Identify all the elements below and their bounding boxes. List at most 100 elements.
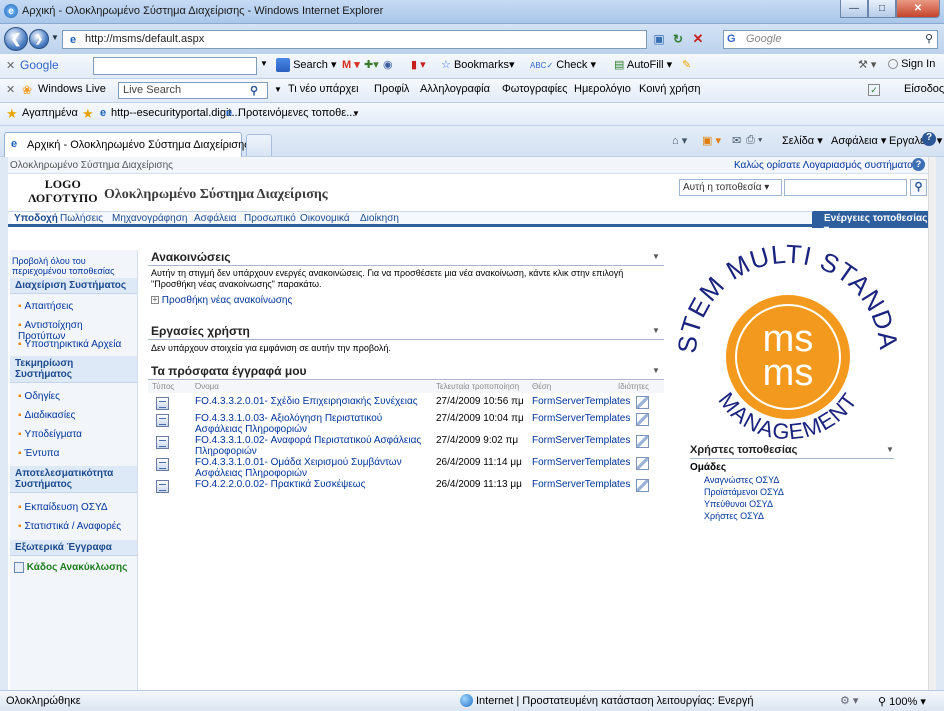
google-search-input[interactable] [93, 57, 257, 75]
col-type[interactable]: Τύπος [152, 382, 174, 391]
extras-icon[interactable]: ✚▾ [364, 58, 379, 71]
sp-help-icon[interactable]: ? [912, 158, 925, 171]
search-scope-select[interactable]: Αυτή η τοποθεσία ▾ [679, 179, 782, 196]
wl-close-icon[interactable]: ✕ [6, 83, 15, 96]
mail-icon[interactable]: ✉ [732, 134, 741, 147]
recycle-bin-link[interactable]: Κάδος Ανακύκλωσης [14, 562, 127, 573]
wl-link-0[interactable]: Τι νέο υπάρχει [288, 83, 359, 95]
ql-group-documentation[interactable]: Τεκμηρίωση Συστήματος [10, 356, 137, 383]
ql-item-statistics[interactable]: Στατιστικά / Αναφορές [10, 518, 126, 535]
wl-checkbox-icon[interactable]: ✓ [868, 84, 880, 96]
site-users-title[interactable]: Χρήστες τοποθεσίας [690, 444, 894, 456]
doc-name-link[interactable]: FO.4.2.2.0.0.02- Πρακτικά Συσκέψεως [195, 479, 425, 490]
wl-signin-link[interactable]: Είσοδος [904, 83, 944, 95]
announcements-menu-chevron-icon[interactable]: ▼ [652, 252, 660, 261]
share-icon[interactable]: ◉ [383, 58, 393, 71]
site-title[interactable]: Ολοκληρωμένο Σύστημα Διαχείρισης [104, 187, 328, 203]
ql-item-requirements[interactable]: Απαιτήσεις [10, 298, 78, 315]
google-dropdown-chevron-icon[interactable]: ▼ [260, 59, 268, 68]
nav-tab-staff[interactable]: Προσωπικό [244, 213, 296, 224]
doc-location-link[interactable]: FormServerTemplates [532, 396, 630, 407]
wl-link-1[interactable]: Προφίλ [374, 83, 409, 95]
doc-location-link[interactable]: FormServerTemplates [532, 413, 630, 424]
close-button[interactable]: ✕ [896, 0, 940, 18]
doc-location-link[interactable]: FormServerTemplates [532, 435, 630, 446]
bookmarks-button[interactable]: ☆ Bookmarks▾ [441, 58, 515, 71]
ql-item-instructions[interactable]: Οδηγίες [10, 388, 65, 405]
group-link[interactable]: Αναγνώστες ΟΣΥΔ [690, 475, 894, 485]
properties-icon[interactable] [636, 413, 649, 426]
properties-icon[interactable] [636, 457, 649, 470]
site-users-menu-chevron-icon[interactable]: ▼ [886, 445, 894, 454]
stop-icon[interactable]: ✕ [690, 31, 706, 47]
wl-link-2[interactable]: Αλληλογραφία [420, 83, 490, 95]
compatibility-icon[interactable]: ▣ [651, 31, 667, 47]
doc-location-link[interactable]: FormServerTemplates [532, 479, 630, 490]
fav-item-0[interactable]: http--esecurityportal.digit... [111, 107, 241, 119]
live-search-go-icon[interactable]: ⚲ [250, 84, 258, 97]
sign-in-button[interactable]: Sign In [888, 58, 935, 70]
welcome-menu[interactable]: Καλώς ορίσατε Λογαριασμός συστήματος ▾ [734, 160, 925, 171]
ql-group-external-docs[interactable]: Εξωτερικά Έγγραφα [10, 540, 137, 556]
nav-tab-home[interactable]: Υποδοχή [12, 213, 60, 224]
group-link[interactable]: Προϊστάμενοι ΟΣΥΔ [690, 487, 894, 497]
highlight-icon[interactable]: ✎ [682, 58, 691, 71]
site-search-input[interactable] [784, 179, 907, 196]
tasks-menu-chevron-icon[interactable]: ▼ [652, 326, 660, 335]
properties-icon[interactable] [636, 396, 649, 409]
fav-item-1[interactable]: Προτεινόμενες τοποθε... [238, 107, 355, 119]
group-link[interactable]: Υπεύθυνοι ΟΣΥΔ [690, 499, 894, 509]
nav-tab-it[interactable]: Μηχανογράφηση [112, 213, 187, 224]
doc-name-link[interactable]: FO.4.3.3.2.0.01- Σχέδιο Επιχειρησιακής Σ… [195, 396, 425, 407]
feeds-icon[interactable]: ▣ ▾ [702, 134, 721, 147]
ql-item-support-files[interactable]: Υποστηρικτικά Αρχεία [10, 336, 126, 353]
ql-group-system-admin[interactable]: Διαχείριση Συστήματος [10, 278, 137, 294]
doc-name-link[interactable]: FO.4.3.3.1.0.03- Αξιολόγηση Περιστατικού… [195, 413, 425, 435]
properties-icon[interactable] [636, 479, 649, 492]
site-search-go-icon[interactable]: ⚲ [910, 179, 927, 196]
add-favorite-icon[interactable]: ★ [82, 106, 94, 122]
nav-tab-management[interactable]: Διοίκηση [360, 213, 399, 224]
col-name[interactable]: Όνομα [195, 382, 219, 391]
address-input[interactable]: e http://msms/default.aspx [62, 30, 647, 49]
refresh-icon[interactable]: ↻ [670, 31, 686, 47]
wl-link-4[interactable]: Ημερολόγιο [574, 83, 631, 95]
toolbar-close-icon[interactable]: ✕ [6, 59, 15, 72]
print-icon[interactable]: ⎙ ▾ [746, 134, 762, 147]
pagerank-icon[interactable]: ▮ ▾ [411, 58, 426, 71]
ql-item-templates[interactable]: Υποδείγματα [10, 426, 87, 443]
gmail-icon[interactable]: M ▾ [342, 58, 360, 71]
minimize-button[interactable]: — [840, 0, 868, 18]
search-button[interactable]: Search ▾ [276, 58, 337, 73]
search-box[interactable]: G Google ⚲ [723, 30, 938, 49]
fav-chevron-icon[interactable]: ▼ [352, 109, 360, 118]
check-button[interactable]: ABC✓ Check ▾ [530, 58, 596, 71]
back-button[interactable]: ❮ [4, 27, 28, 51]
tasks-title[interactable]: Εργασίες χρήστη [151, 324, 250, 338]
doc-name-link[interactable]: FO.4.3.3.1.0.01- Ομάδα Χειρισμού Συμβάντ… [195, 457, 425, 479]
live-search-chevron-icon[interactable]: ▼ [274, 85, 282, 94]
properties-icon[interactable] [636, 435, 649, 448]
autofill-button[interactable]: ▤ AutoFill ▾ [614, 58, 672, 71]
help-icon[interactable]: ? [922, 132, 936, 146]
ql-item-forms[interactable]: Έντυπα [10, 445, 64, 462]
maximize-button[interactable]: □ [868, 0, 896, 18]
zoom-control[interactable]: ⚲ 100% ▾ [878, 695, 926, 708]
doc-location-link[interactable]: FormServerTemplates [532, 457, 630, 468]
page-menu[interactable]: Σελίδα ▾ [782, 134, 823, 147]
recent-pages-chevron-icon[interactable]: ▼ [51, 33, 59, 42]
nav-tab-security[interactable]: Ασφάλεια [194, 213, 237, 224]
view-all-content-link[interactable]: Προβολή όλου του περιεχομένου τοποθεσίας [12, 256, 130, 276]
ql-item-training[interactable]: Εκπαίδευση ΟΣΥΔ [10, 499, 113, 516]
security-zone-text[interactable]: Internet | Προστατευμένη κατάσταση λειτο… [476, 695, 753, 707]
ql-group-effectiveness[interactable]: Αποτελεσματικότητα Συστήματος [10, 466, 137, 493]
page-scrollbar[interactable] [928, 157, 936, 690]
announcements-title[interactable]: Ανακοινώσεις [151, 250, 231, 264]
favorites-button[interactable]: Αγαπημένα [22, 107, 78, 119]
doc-name-link[interactable]: FO.4.3.3.1.0.02- Αναφορά Περιστατικού Ασ… [195, 435, 425, 457]
group-link[interactable]: Χρήστες ΟΣΥΔ [690, 511, 894, 521]
site-logo[interactable]: LOGO ΛΟΓΟΤΥΠΟ [28, 177, 98, 205]
global-breadcrumb[interactable]: Ολοκληρωμένο Σύστημα Διαχείρισης [10, 160, 173, 171]
wl-link-3[interactable]: Φωτογραφίες [502, 83, 567, 95]
safety-menu[interactable]: Ασφάλεια ▾ [831, 134, 886, 147]
